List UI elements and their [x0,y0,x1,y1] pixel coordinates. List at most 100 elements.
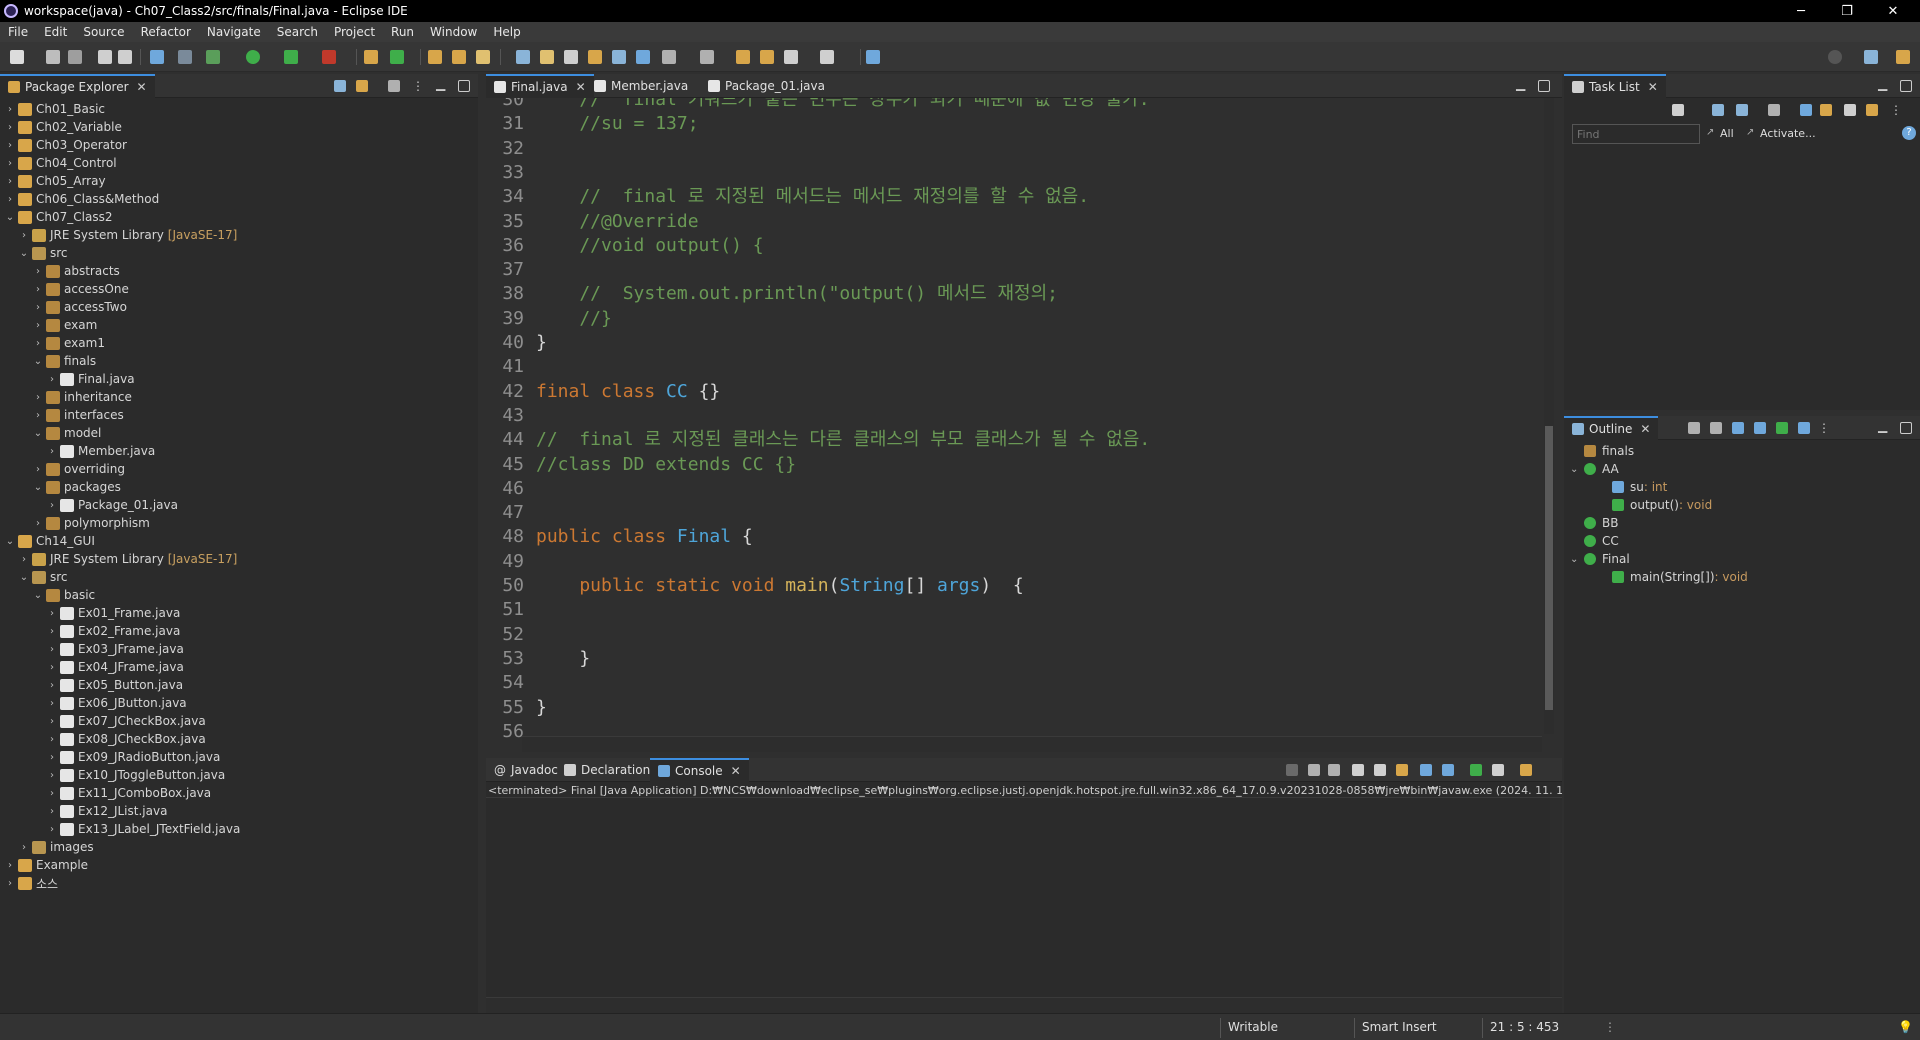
menu-refactor[interactable]: Refactor [133,25,199,39]
tree-item[interactable]: › Ch03_Operator [4,136,127,154]
chevron-down-icon[interactable]: ⌄ [18,248,30,259]
minimize-view-icon[interactable]: ▁ [1516,78,1528,92]
tree-item[interactable]: › accessOne [32,280,129,298]
chevron-right-icon[interactable]: › [46,752,58,763]
chevron-right-icon[interactable]: › [32,464,44,475]
chevron-right-icon[interactable]: › [32,392,44,403]
external-tools-icon[interactable] [322,50,336,64]
chevron-right-icon[interactable]: › [4,860,16,871]
pin-editor-icon[interactable] [866,50,880,64]
coverage-icon[interactable] [284,50,298,64]
chevron-right-icon[interactable]: › [46,374,58,385]
highlight-icon[interactable] [540,50,554,64]
chevron-right-icon[interactable]: › [4,194,16,205]
maximize-view-icon[interactable] [1900,422,1912,434]
tree-item[interactable]: › abstracts [32,262,120,280]
chevron-right-icon[interactable]: › [32,284,44,295]
tree-item[interactable]: ⌄ Ch14_GUI [4,532,95,550]
debug-icon[interactable] [206,50,220,64]
chevron-down-icon[interactable]: ⌄ [32,356,44,367]
sync-icon[interactable] [1866,104,1878,116]
minimize-view-icon[interactable]: ▁ [436,78,448,92]
chevron-right-icon[interactable]: › [32,518,44,529]
outline-item[interactable]: main(String[]) : void [1598,568,1748,586]
menu-edit[interactable]: Edit [36,25,75,39]
outline-item[interactable]: su : int [1598,478,1667,496]
categorized-icon[interactable] [1712,104,1724,116]
tree-item[interactable]: ⌄ src [18,568,68,586]
menu-project[interactable]: Project [326,25,383,39]
display-console-icon[interactable] [1492,764,1504,776]
editor-horizontal-scrollbar[interactable] [522,736,1542,752]
link-editor-icon[interactable] [356,80,368,92]
tree-item[interactable]: › exam [32,316,97,334]
menu-window[interactable]: Window [422,25,485,39]
hide-local-types-icon[interactable] [1798,422,1810,434]
scroll-thumb[interactable] [1545,426,1553,710]
last-edit-icon[interactable] [736,50,750,64]
back-icon[interactable] [784,50,798,64]
task-find-input[interactable] [1572,124,1700,144]
tab-javadoc[interactable]: @ Javadoc [486,758,566,782]
chevron-right-icon[interactable]: › [4,158,16,169]
open-task-icon[interactable] [452,50,466,64]
tab-outline[interactable]: Outline ✕ [1564,416,1659,440]
tree-item[interactable]: › Ex08_JCheckBox.java [46,730,206,748]
chevron-right-icon[interactable]: › [32,338,44,349]
tree-item[interactable]: › Ex13_JLabel_JTextField.java [46,820,240,838]
outline-item[interactable]: output() : void [1598,496,1712,514]
minimize-button[interactable]: ─ [1778,0,1824,22]
hide-static-icon[interactable] [1754,422,1766,434]
tree-item[interactable]: › Ch04_Control [4,154,117,172]
outline-item[interactable]: BB [1570,514,1618,532]
status-insert-mode[interactable]: Smart Insert [1362,1020,1437,1034]
tree-item[interactable]: › 소스 [4,874,58,892]
open-type-icon[interactable] [428,50,442,64]
filter-icon[interactable] [388,80,400,92]
tree-item[interactable]: › JRE System Library [JavaSE-17] [18,226,237,244]
tree-item[interactable]: › Ex04_JFrame.java [46,658,184,676]
new-task-icon[interactable] [1672,104,1684,116]
chevron-right-icon[interactable]: › [18,230,30,241]
hide-nonpublic-icon[interactable] [1776,422,1788,434]
tree-item[interactable]: › Ex03_JFrame.java [46,640,184,658]
outline-item[interactable]: CC [1570,532,1619,550]
chevron-right-icon[interactable]: › [18,842,30,853]
collapse-icon[interactable] [1844,104,1856,116]
chevron-right-icon[interactable]: › [4,140,16,151]
clear-console-icon[interactable] [1352,764,1364,776]
chevron-down-icon[interactable]: ⌄ [4,212,16,223]
chevron-right-icon[interactable]: › [46,644,58,655]
focus-icon[interactable] [1800,104,1812,116]
collapse-all-icon[interactable] [1688,422,1700,434]
tab-task-list[interactable]: Task List ✕ [1564,74,1666,98]
search-tool-icon[interactable] [476,50,490,64]
tree-item[interactable]: › accessTwo [32,298,127,316]
menu-source[interactable]: Source [75,25,132,39]
chevron-down-icon[interactable]: ⌄ [18,572,30,583]
save-all-icon[interactable] [68,50,82,64]
menu-file[interactable]: File [0,25,36,39]
new-class-icon[interactable] [390,50,404,64]
show-whitespace-icon[interactable] [612,50,626,64]
help-icon[interactable]: ? [1902,126,1916,140]
task-all-link[interactable]: All [1720,127,1734,140]
tree-item[interactable]: › JRE System Library [JavaSE-17] [18,550,237,568]
show-on-error-icon[interactable] [1442,764,1454,776]
chevron-right-icon[interactable]: › [4,122,16,133]
tree-item[interactable]: › Ex09_JRadioButton.java [46,748,220,766]
tree-item[interactable]: › Example [4,856,88,874]
prev-annotation-icon[interactable] [700,50,714,64]
toggle-breadcrumb-icon[interactable] [564,50,578,64]
menu-help[interactable]: Help [485,25,528,39]
close-icon[interactable]: ✕ [1648,80,1658,94]
java-perspective-icon[interactable] [1896,50,1910,64]
chevron-down-icon[interactable]: ⌄ [32,590,44,601]
tree-item[interactable]: › images [18,838,94,856]
lightbulb-icon[interactable]: 💡 [1898,1020,1913,1034]
chevron-right-icon[interactable]: › [46,698,58,709]
new-java-project-icon[interactable] [364,50,378,64]
chevron-right-icon[interactable]: › [46,806,58,817]
remove-launch-icon[interactable] [1308,764,1320,776]
chevron-right-icon[interactable]: › [46,680,58,691]
